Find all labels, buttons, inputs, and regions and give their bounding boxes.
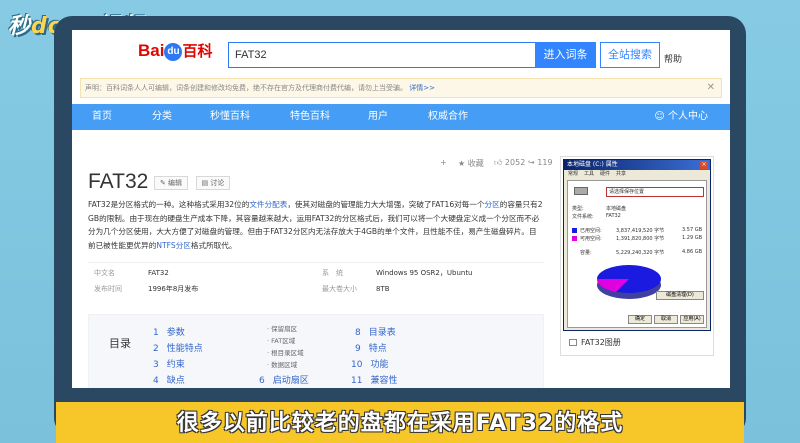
toc-item[interactable]: 10 功能 (351, 357, 388, 370)
capacity-label: 容量: (580, 250, 592, 256)
toc-item[interactable]: 9 特点 (355, 341, 387, 354)
basic-info-box: 中文名 FAT32 系 统 Windows 95 OSR2，Ubuntu 发布时… (88, 262, 544, 298)
toc-subitem[interactable]: · 数据区域 (267, 359, 297, 369)
drive-icon (574, 187, 588, 195)
help-link[interactable]: 帮助 (664, 52, 682, 65)
ok-button: 确定 (628, 315, 652, 324)
notice-more-link[interactable]: 详情>> (409, 84, 435, 92)
disk-pie-chart (596, 265, 661, 299)
info-row: 中文名 FAT32 系 统 Windows 95 OSR2，Ubuntu (94, 269, 473, 277)
disk-properties-screenshot: 本地磁盘 (C:) 属性 × 常规 工具 硬件 共享 请选择保存位置 类型: 本地磁盘… (563, 159, 711, 331)
album-image[interactable]: 本地磁盘 (C:) 属性 × 常规 工具 硬件 共享 请选择保存位置 类型: 本地磁盘… (560, 156, 714, 356)
close-icon[interactable]: ✕ (707, 79, 715, 97)
used-row: 已用空间: (572, 227, 602, 234)
nav-item-home[interactable]: 首页 (92, 104, 112, 130)
add-icon[interactable]: + (440, 158, 447, 170)
search-input[interactable]: FAT32 (228, 42, 536, 68)
user-icon: ☺ (654, 111, 665, 122)
video-subtitle: 很多以前比较老的盘都在采用FAT32的格式 (176, 411, 624, 436)
toc-item[interactable]: 6 启动扇区 (259, 373, 309, 386)
baidu-baike-logo[interactable]: Bai du 百科 (138, 40, 212, 61)
window-title: 本地磁盘 (C:) 属性 (564, 160, 710, 170)
toc-item[interactable]: 3 约束 (153, 357, 185, 370)
browser-screen: Bai du 百科 FAT32 进入词条 全站搜索 帮助 声明：百科词条人人可编辑，… (72, 30, 730, 388)
type-value: 本地磁盘 (606, 206, 627, 212)
personal-center-link[interactable]: ☺ 个人中心 (654, 104, 708, 130)
like-button[interactable]: 👍︎ 2052 (494, 158, 525, 170)
nav-item-featured[interactable]: 特色百科 (290, 104, 330, 130)
share-icon: ↪ (528, 158, 535, 167)
used-swatch (572, 228, 577, 233)
edit-button[interactable]: ✎ 编辑 (154, 176, 188, 190)
nav-item-authority[interactable]: 权威合作 (428, 104, 468, 130)
free-swatch (572, 236, 577, 241)
enter-entry-button[interactable]: 进入词条 (535, 42, 596, 68)
page-header: Bai du 百科 FAT32 进入词条 全站搜索 帮助 (72, 30, 730, 74)
thumb-up-icon: 👍︎ (494, 158, 503, 167)
free-gb: 1.29 GB (682, 235, 703, 241)
cancel-button: 取消 (654, 315, 678, 324)
entry-summary: FAT32是分区格式的一种。这种格式采用32位的文件分配表，使其对磁盘的管理能力… (88, 200, 543, 250)
link-partition[interactable]: 分区 (485, 200, 500, 209)
close-icon: × (700, 161, 708, 169)
toc-item[interactable]: 4 缺点 (153, 373, 185, 386)
notice-banner: 声明：百科词条人人可编辑，词条创建和修改均免费，绝不存在官方及代理商付费代编，请… (80, 78, 722, 98)
site-search-button[interactable]: 全站搜索 (600, 42, 660, 68)
toc-subitem[interactable]: · 保留扇区 (267, 323, 297, 333)
pencil-icon: ✎ (159, 179, 166, 187)
image-icon (569, 339, 577, 346)
apply-button: 应用(A) (680, 315, 704, 324)
link-file-allocation-table[interactable]: 文件分配表 (249, 200, 287, 209)
fs-label: 文件系统: (572, 214, 594, 220)
disk-cleanup-button: 磁盘清理(D) (656, 291, 704, 300)
toc-subitem[interactable]: · 根目录区域 (267, 347, 304, 357)
collect-button[interactable]: ★ 收藏 (458, 158, 484, 170)
nav-item-user[interactable]: 用户 (368, 104, 388, 130)
toc-item[interactable]: 1 参数 (153, 325, 185, 338)
window-tabs: 常规 工具 硬件 共享 (568, 171, 627, 177)
capacity-bytes: 5,229,240,320 字节 (616, 250, 665, 256)
free-row: 可用空间: (572, 235, 602, 242)
fs-value: FAT32 (606, 213, 621, 219)
used-bytes: 3,837,419,520 字节 (616, 228, 665, 234)
table-of-contents: 目录 1 参数 2 性能特点 3 约束 4 缺点 · 保留扇区 · FAT区域 · 根目… (88, 314, 544, 388)
used-gb: 3.57 GB (682, 227, 703, 233)
nav-item-category[interactable]: 分类 (152, 104, 172, 130)
toc-item[interactable]: 2 性能特点 (153, 341, 203, 354)
free-bytes: 1,391,820,800 字节 (616, 236, 665, 242)
page-title: FAT32 (88, 170, 149, 193)
star-icon: ★ (458, 159, 466, 168)
window-body: 请选择保存位置 类型: 本地磁盘 文件系统: FAT32 已用空间: 3,837… (567, 180, 707, 328)
type-label: 类型: (572, 206, 584, 212)
main-nav: 首页 分类 秒懂百科 特色百科 用户 权威合作 ☺ 个人中心 (72, 104, 730, 130)
share-button[interactable]: ↪ 119 (528, 158, 553, 170)
link-ntfs[interactable]: NTFS分区 (156, 241, 191, 250)
toc-item[interactable]: 8 目录表 (355, 325, 396, 338)
toc-item[interactable]: 11 兼容性 (351, 373, 397, 386)
drive-name-field: 请选择保存位置 (606, 187, 704, 197)
notice-text: 声明：百科词条人人可编辑，词条创建和修改均免费，绝不存在官方及代理商付费代编，请… (85, 84, 407, 92)
info-row: 发布时间 1996年8月发布 最大卷大小 8TB (94, 285, 390, 293)
discuss-button[interactable]: ▤ 讨论 (196, 176, 230, 190)
album-caption[interactable]: FAT32图册 (569, 337, 621, 348)
comment-icon: ▤ (201, 179, 209, 187)
toc-subitem[interactable]: · FAT区域 (267, 335, 295, 345)
capacity-gb: 4.86 GB (682, 249, 703, 255)
toc-heading: 目录 (109, 337, 131, 350)
nav-item-miaodong[interactable]: 秒懂百科 (210, 104, 250, 130)
